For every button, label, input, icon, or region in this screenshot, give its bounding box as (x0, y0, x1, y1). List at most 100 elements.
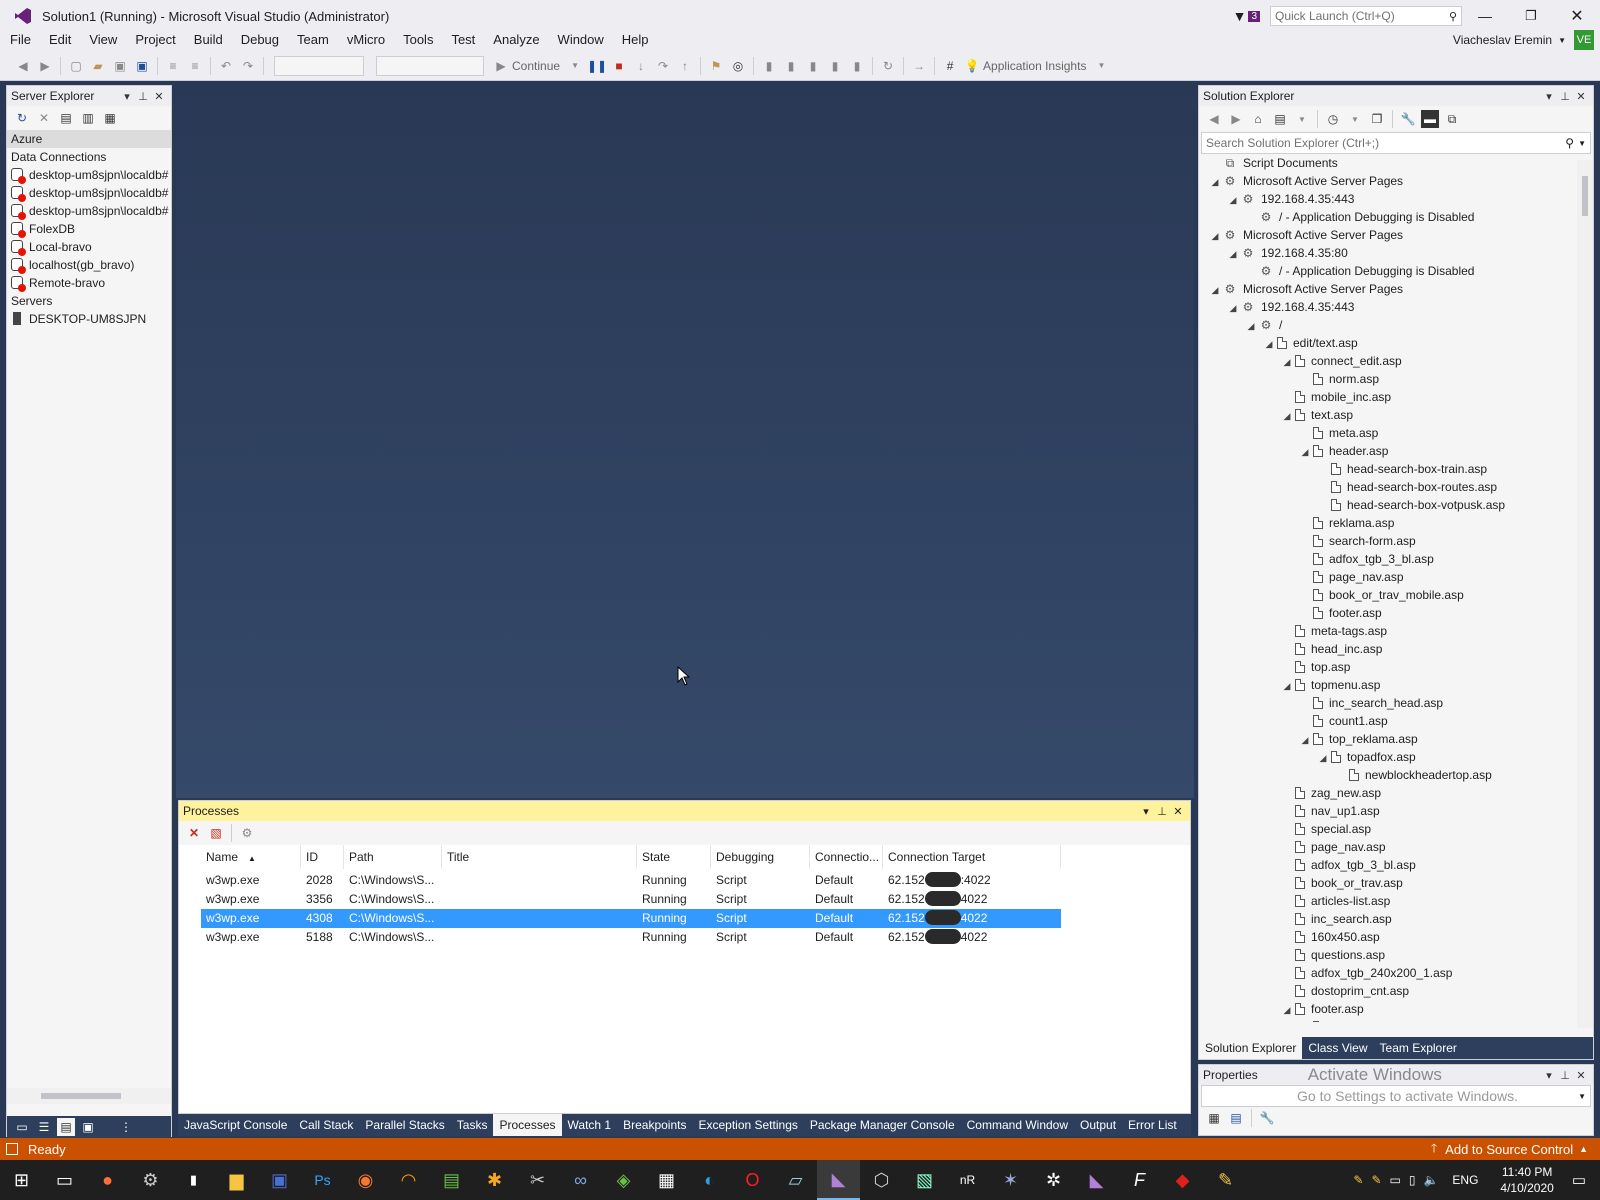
menu-item[interactable]: Analyze (484, 29, 548, 51)
step-out-icon[interactable]: ↑ (676, 57, 694, 75)
tray-network-icon[interactable]: ▯ (1409, 1173, 1416, 1187)
column-header[interactable]: Connectio... (810, 845, 883, 869)
tray-monitor-icon[interactable]: ▭ (1390, 1173, 1401, 1187)
nr-app-icon[interactable]: nR (946, 1160, 989, 1200)
solution-tree-item[interactable]: count1.asp (1297, 712, 1388, 730)
solution-tab[interactable]: Solution Explorer (1199, 1037, 1303, 1059)
solution-tree-item[interactable]: book_or_trav_mobile.asp (1297, 586, 1464, 604)
solution-tree-item[interactable]: ⧉ Script Documents (1207, 154, 1338, 172)
solution-tree-item[interactable]: ◢ text.asp (1279, 406, 1354, 425)
solution-tree-item[interactable]: ◢ ⚙ Microsoft Active Server Pages (1207, 226, 1404, 245)
bottom-tab[interactable]: Watch 1 (562, 1114, 618, 1136)
pending-changes-icon[interactable]: ◷ (1324, 110, 1342, 128)
minimize-button[interactable]: — (1462, 8, 1508, 24)
tray-pencil-icon[interactable]: ✎ (1353, 1173, 1363, 1187)
find-icon[interactable]: ⚑ (707, 57, 725, 75)
expand-arrow-icon[interactable]: ◢ (1279, 1001, 1295, 1019)
solution-tree-item[interactable]: footer.asp (1297, 604, 1382, 622)
new-project-icon[interactable]: ▢ (67, 57, 85, 75)
expand-arrow-icon[interactable]: ◢ (1279, 677, 1295, 695)
tree-item[interactable]: FolexDB (7, 220, 171, 238)
bottom-tab[interactable]: Tasks (451, 1114, 494, 1136)
step-over-icon[interactable]: ↷ (654, 57, 672, 75)
chart-app-icon[interactable]: ▤ (430, 1160, 473, 1200)
process-row[interactable]: w3wp.exe 4308 C:\Windows\S... Running Script… (201, 909, 1061, 928)
solution-tree-item[interactable]: ◢ connect_edit.asp (1279, 352, 1402, 370)
solution-tab[interactable]: Class View (1302, 1037, 1373, 1059)
sync-app-icon[interactable]: ⬡ (860, 1160, 903, 1200)
solution-tree-item[interactable]: special.asp (1279, 820, 1371, 838)
tray-pencil2-icon[interactable]: ✎ (1371, 1173, 1381, 1187)
clapper-app-icon[interactable]: ▦ (645, 1160, 688, 1200)
red-gem-icon[interactable]: ◆ (1161, 1160, 1204, 1200)
preview-icon[interactable]: ▬ (1421, 110, 1439, 128)
dropdown-icon[interactable]: ▾ (1541, 90, 1557, 103)
solution-tree-item[interactable]: head-search-box-train.asp (1315, 460, 1487, 478)
sharepoint-icon[interactable]: ▦ (101, 109, 119, 127)
solution-tree-item[interactable]: norm.asp (1297, 370, 1379, 388)
vs-code-icon[interactable]: ◣ (1075, 1160, 1118, 1200)
menu-item[interactable]: Edit (40, 29, 80, 51)
solution-tree-item[interactable]: ◢ ⚙ Microsoft Active Server Pages (1207, 280, 1404, 298)
bookmark-prev-icon[interactable]: ▮ (782, 57, 800, 75)
expand-arrow-icon[interactable]: ◢ (1243, 317, 1259, 335)
tray-speaker-icon[interactable]: 🔈 (1423, 1173, 1438, 1187)
solution-tree-item[interactable]: head-search-box-routes.asp (1315, 478, 1497, 496)
close-icon[interactable]: ✕ (151, 90, 167, 103)
tree-item[interactable]: desktop-um8sjpn\localdb# (7, 184, 171, 202)
solution-tree-item[interactable]: ◢ ⚙ Microsoft Active Server Pages (1207, 172, 1404, 190)
stop-icon[interactable]: ■ (610, 57, 628, 75)
home-icon[interactable]: ⌂ (1249, 110, 1267, 128)
solution-tree-item[interactable]: top.asp (1279, 658, 1350, 676)
expand-arrow-icon[interactable]: ◢ (1225, 191, 1241, 209)
refresh-icon[interactable]: ↻ (13, 109, 31, 127)
column-header[interactable]: Name ▲ (201, 845, 301, 869)
save-icon[interactable]: ▣ (111, 57, 129, 75)
expand-arrow-icon[interactable]: ◢ (1315, 749, 1331, 767)
close-icon[interactable]: ✕ (1573, 90, 1589, 103)
forward-icon[interactable]: ▶ (36, 57, 54, 75)
solution-tree-item[interactable]: ◢ ⚙ / (1243, 316, 1283, 335)
expand-arrow-icon[interactable]: ◢ (1261, 335, 1277, 353)
solution-tree-item[interactable]: ◢ topadfox.asp (1315, 748, 1416, 766)
close-button[interactable]: ✕ (1554, 6, 1600, 26)
bookmark-folder-icon[interactable]: ▮ (826, 57, 844, 75)
menu-item[interactable]: Tools (394, 29, 442, 51)
restore-button[interactable]: ❐ (1508, 8, 1554, 24)
expand-arrow-icon[interactable]: ◢ (1279, 353, 1295, 371)
property-pages-icon[interactable]: 🔧 (1258, 1109, 1276, 1127)
menu-item[interactable]: File (1, 29, 40, 51)
tree-item[interactable]: desktop-um8sjpn\localdb# (7, 202, 171, 220)
pin-icon[interactable]: ⊥ (1557, 90, 1573, 103)
properties-icon[interactable]: 🔧 (1399, 110, 1417, 128)
infinity-app-icon[interactable]: ∞ (559, 1160, 602, 1200)
expand-arrow-icon[interactable]: ◢ (1225, 299, 1241, 317)
visual-studio-icon[interactable]: ◣ (817, 1160, 860, 1200)
continue-button[interactable]: Continue (512, 59, 560, 73)
firefox-icon[interactable]: ● (86, 1160, 129, 1200)
gear-app-icon[interactable]: ✲ (1032, 1160, 1075, 1200)
photoshop-icon[interactable]: Ps (301, 1160, 344, 1200)
expand-arrow-icon[interactable]: ◢ (1279, 407, 1295, 425)
quick-launch-input[interactable]: Quick Launch (Ctrl+Q) ⚲ (1270, 6, 1462, 26)
properties-object-dropdown[interactable]: Go to Settings to activate Windows. ▼ (1201, 1085, 1591, 1107)
menu-item[interactable]: vMicro (338, 29, 394, 51)
menu-item[interactable]: Test (442, 29, 484, 51)
chevron-down-icon[interactable]: ▼ (566, 57, 584, 75)
connect-server-icon[interactable]: ▥ (79, 109, 97, 127)
solution-tree-item[interactable]: reklama.asp (1297, 514, 1394, 532)
solution-tree-item[interactable]: inc_search_head.asp (1297, 694, 1443, 712)
expand-arrow-icon[interactable]: ◢ (1207, 227, 1223, 245)
opera-icon[interactable]: O (731, 1160, 774, 1200)
solution-platform-dropdown[interactable] (376, 55, 484, 76)
chevron-down-icon[interactable]: ▼ (1092, 57, 1110, 75)
switch-views-icon[interactable]: ▤ (1271, 110, 1289, 128)
clock[interactable]: 11:40 PM 4/10/2020 (1500, 1164, 1553, 1196)
network-app-icon[interactable]: ✶ (989, 1160, 1032, 1200)
tree-item[interactable]: Local-bravo (7, 238, 171, 256)
collapse-all-icon[interactable]: ❐ (1368, 110, 1386, 128)
green-app-icon[interactable]: ◈ (602, 1160, 645, 1200)
notepad-app-icon[interactable]: ▱ (774, 1160, 817, 1200)
bookmark-next-icon[interactable]: ▮ (804, 57, 822, 75)
bottom-tab[interactable]: Parallel Stacks (359, 1114, 450, 1136)
